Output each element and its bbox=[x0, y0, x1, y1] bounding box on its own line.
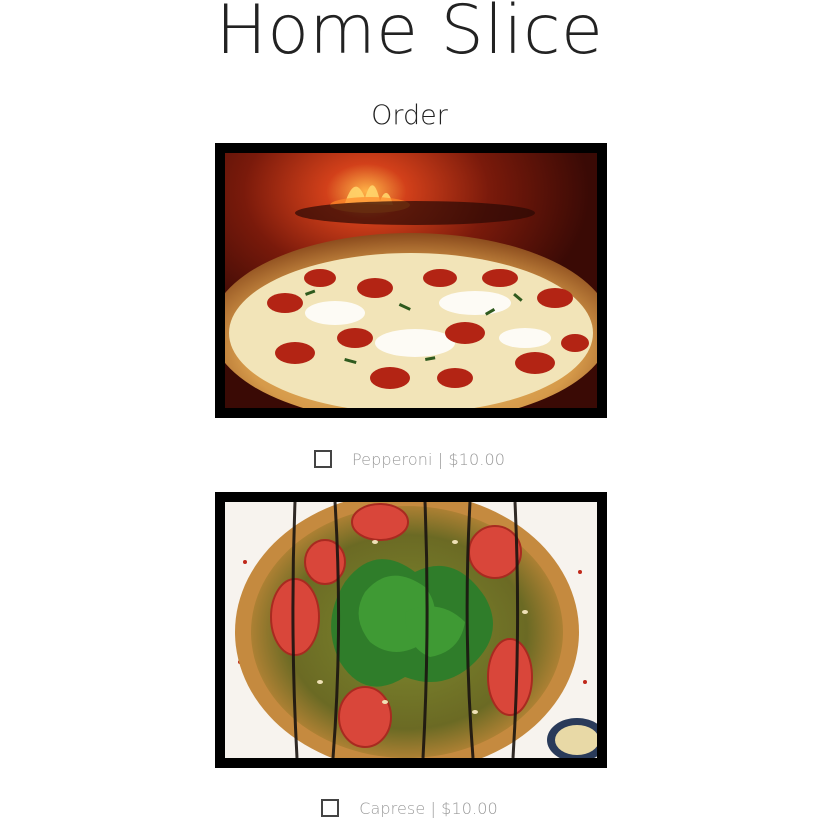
caprese-image-frame bbox=[215, 492, 607, 768]
page: Home Slice Order Pepperoni | $10.00 Capr… bbox=[0, 0, 819, 819]
site-title: Home Slice bbox=[215, 0, 604, 70]
caprese-pizza-image bbox=[225, 502, 597, 758]
pepperoni-pizza-image bbox=[225, 153, 597, 408]
caprese-checkbox[interactable] bbox=[321, 799, 340, 817]
section-title: Order bbox=[371, 100, 448, 131]
pepperoni-image-frame bbox=[215, 143, 607, 418]
pepperoni-label: Pepperoni | $10.00 bbox=[351, 449, 506, 469]
menu-item-caprese: Caprese | $10.00 bbox=[0, 793, 819, 819]
menu-item-pepperoni: Pepperoni | $10.00 bbox=[0, 444, 819, 474]
caprese-label: Caprese | $10.00 bbox=[359, 798, 498, 818]
pepperoni-checkbox[interactable] bbox=[313, 450, 332, 468]
